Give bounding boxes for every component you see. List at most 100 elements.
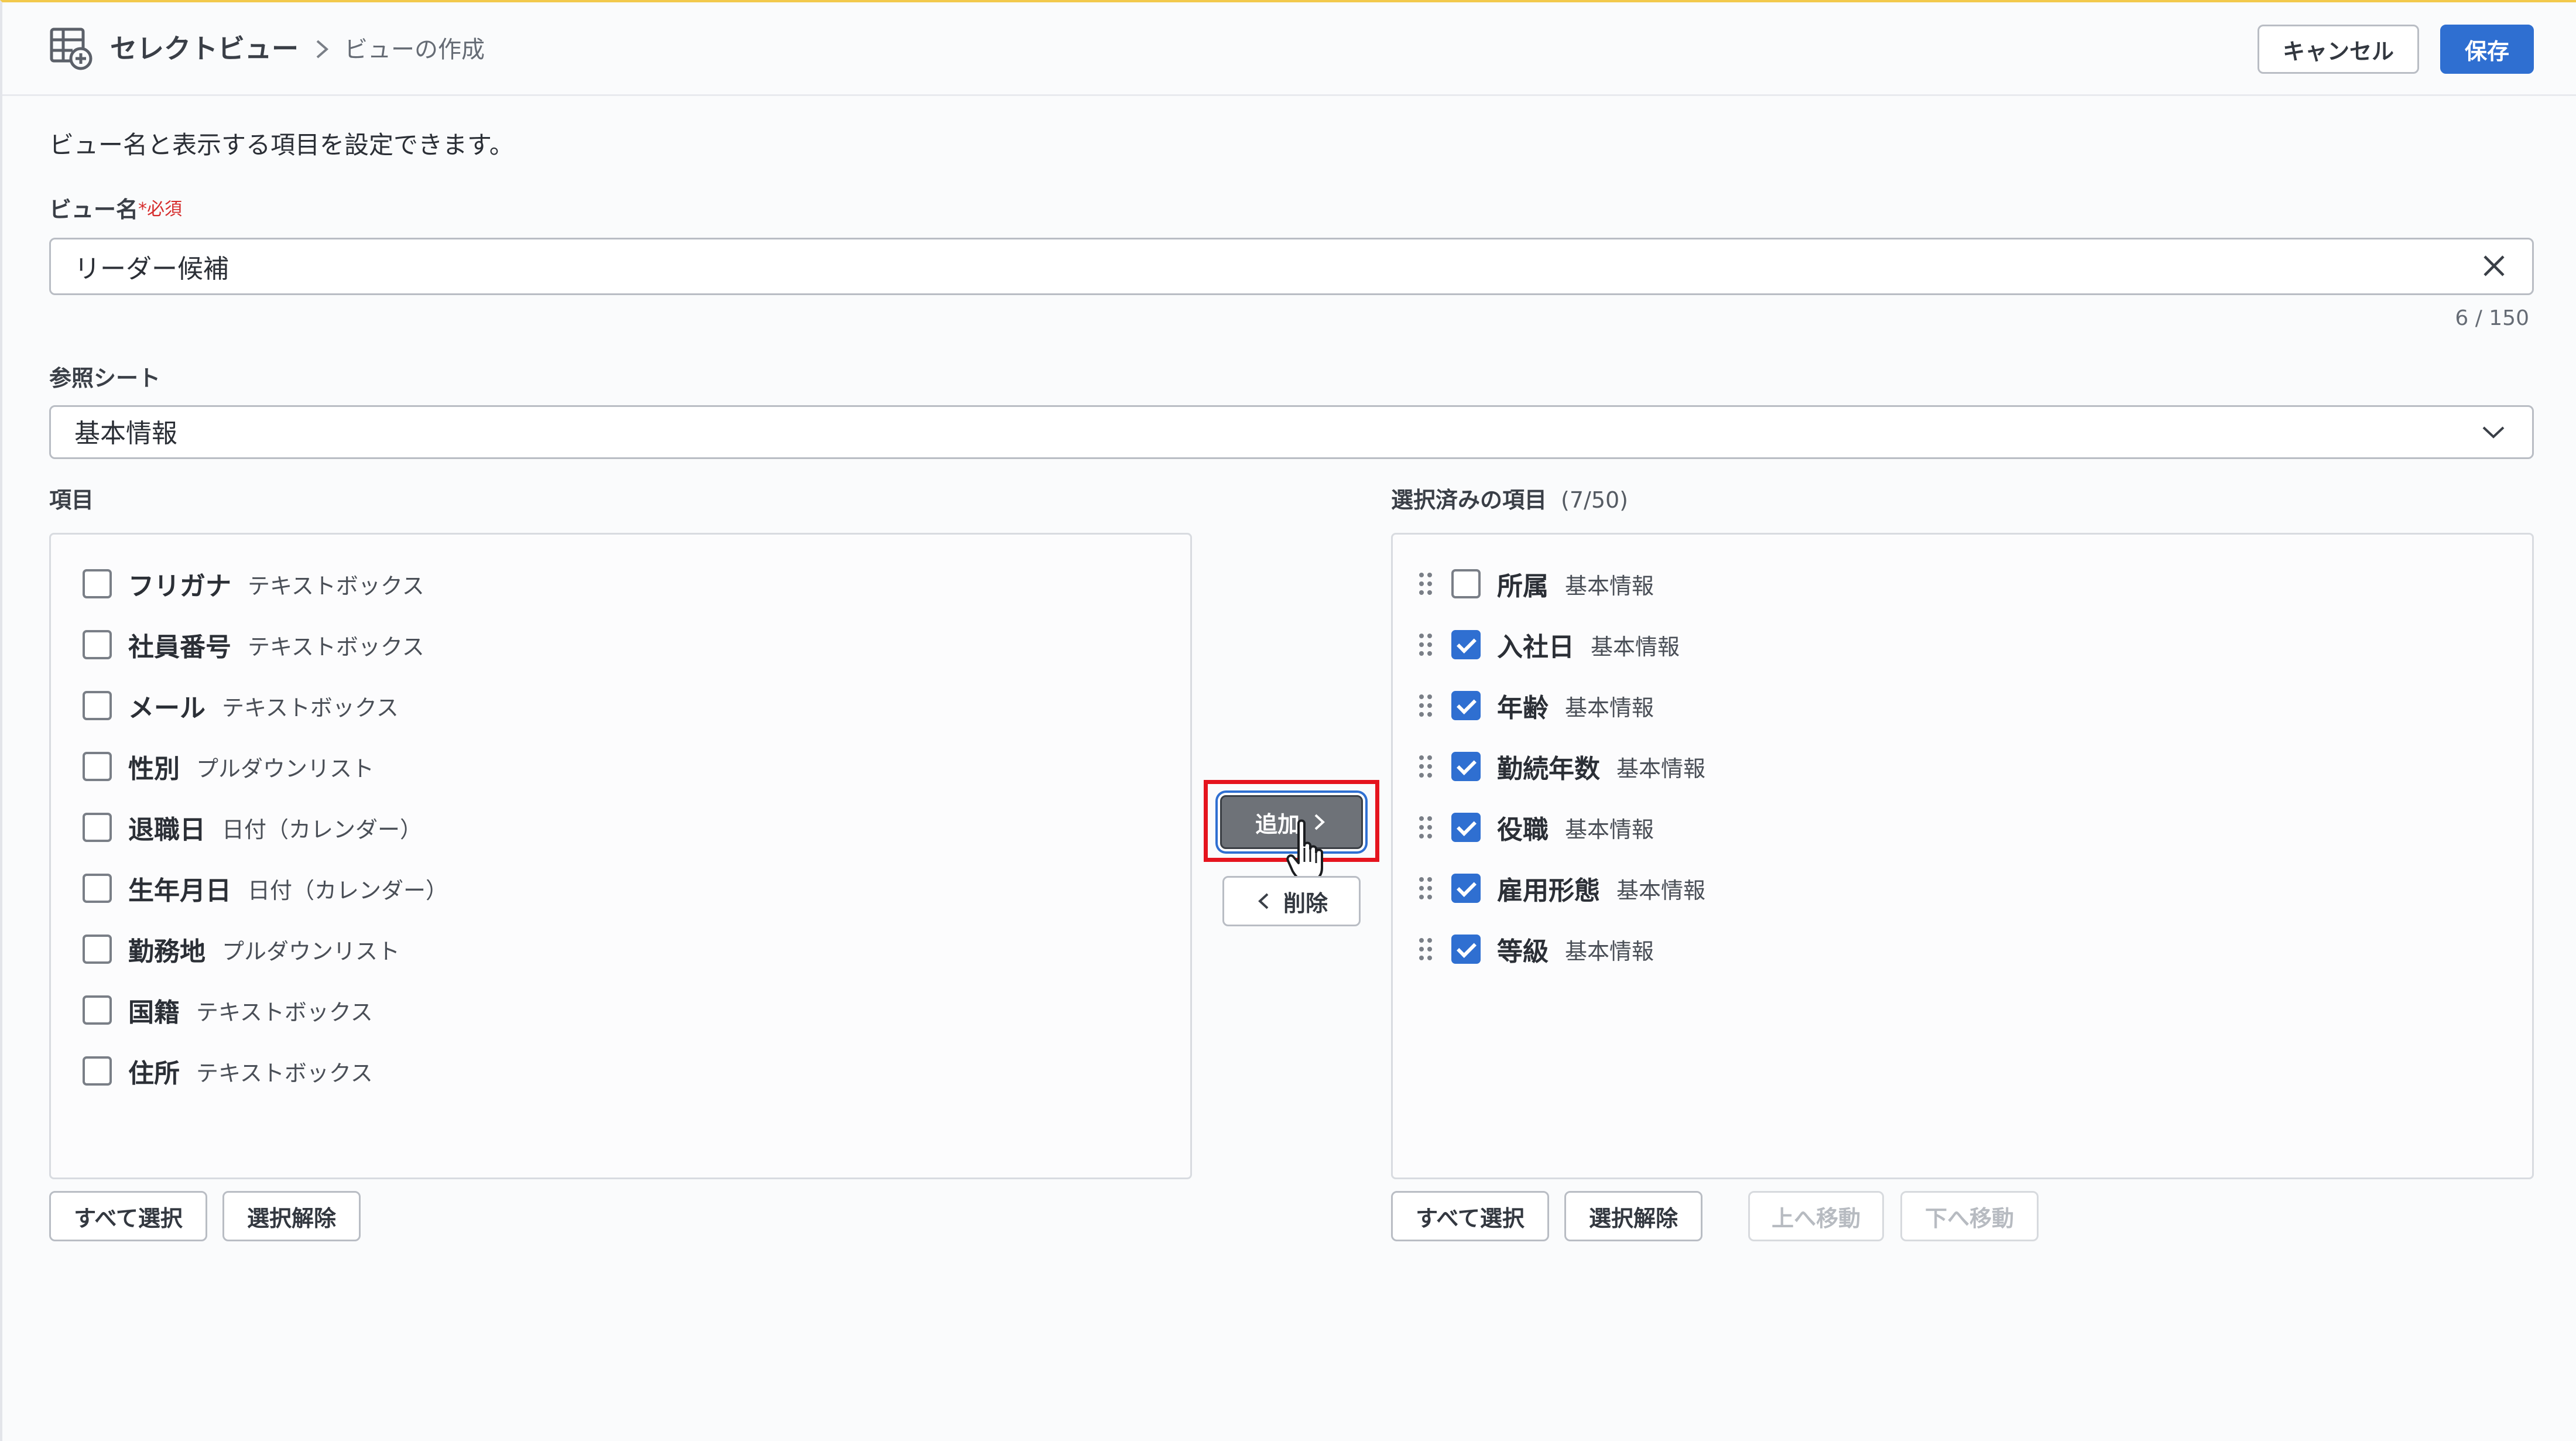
close-icon[interactable] (2481, 253, 2507, 279)
selected-items-title: 選択済みの項目 (1391, 487, 1547, 513)
left-select-all-button[interactable]: すべて選択 (49, 1191, 207, 1241)
selected-items-list: 所属 基本情報 入社日 基本情報 年齢 基本情報 勤続年数 基本情報 役職 基本… (1391, 533, 2534, 1179)
cancel-button[interactable]: キャンセル (2258, 25, 2419, 74)
chevron-down-icon[interactable] (2480, 422, 2507, 443)
drag-handle-icon[interactable] (1417, 632, 1434, 658)
drag-handle-icon[interactable] (1417, 875, 1434, 901)
list-item[interactable]: 年齢 基本情報 (1417, 682, 1654, 729)
move-down-button[interactable]: 下へ移動 (1900, 1191, 2039, 1241)
right-select-all-button[interactable]: すべて選択 (1391, 1191, 1549, 1241)
item-name: 入社日 (1497, 632, 1574, 662)
item-name: 等級 (1497, 937, 1549, 967)
drag-handle-icon[interactable] (1417, 571, 1434, 597)
item-name: メール (128, 693, 205, 723)
item-name: フリガナ (128, 571, 231, 601)
list-item[interactable]: 国籍 テキストボックス (83, 987, 373, 1033)
item-type: 基本情報 (1565, 816, 1654, 843)
list-item[interactable]: 入社日 基本情報 (1417, 621, 1680, 668)
item-name: 退職日 (128, 815, 205, 845)
item-type: テキストボックス (248, 634, 424, 660)
item-checkbox[interactable] (83, 813, 112, 842)
item-checkbox[interactable] (1451, 752, 1481, 781)
available-items-list: フリガナ テキストボックス 社員番号 テキストボックス メール テキストボックス… (49, 533, 1192, 1179)
item-type: テキストボックス (196, 1060, 373, 1086)
item-type: 基本情報 (1616, 755, 1706, 782)
item-name: 社員番号 (128, 632, 231, 662)
reference-sheet-select[interactable]: 基本情報 (49, 405, 2534, 459)
drag-handle-icon[interactable] (1417, 693, 1434, 718)
available-items-label: 項目 (49, 487, 94, 513)
right-deselect-button[interactable]: 選択解除 (1564, 1191, 1703, 1241)
item-checkbox[interactable] (83, 1056, 112, 1086)
list-item[interactable]: フリガナ テキストボックス (83, 560, 424, 607)
chevron-right-icon (316, 40, 329, 59)
move-up-button[interactable]: 上へ移動 (1748, 1191, 1884, 1241)
item-type: テキストボックス (196, 999, 373, 1025)
item-type: プルダウンリスト (196, 755, 375, 782)
list-item[interactable]: 生年月日 日付（カレンダー） (83, 865, 448, 912)
item-checkbox[interactable] (83, 630, 112, 659)
breadcrumb-current: ビューの作成 (344, 36, 485, 63)
list-item[interactable]: 等級 基本情報 (1417, 926, 1654, 973)
item-checkbox[interactable] (83, 691, 112, 720)
item-checkbox[interactable] (1451, 630, 1481, 659)
item-name: 役職 (1497, 815, 1549, 845)
item-type: 基本情報 (1565, 938, 1654, 964)
selected-items-count: (7/50) (1561, 487, 1628, 513)
item-name: 性別 (128, 754, 180, 784)
remove-button-label: 削除 (1283, 891, 1328, 916)
drag-handle-icon[interactable] (1417, 936, 1434, 962)
app-title[interactable]: セレクトビュー (110, 28, 299, 69)
table-add-icon (50, 28, 93, 70)
char-count: 6 / 150 (2455, 306, 2529, 330)
item-type: 基本情報 (1591, 634, 1680, 660)
item-checkbox[interactable] (1451, 691, 1481, 720)
item-name: 年齢 (1497, 693, 1549, 723)
list-item[interactable]: メール テキストボックス (83, 682, 399, 729)
item-type: 基本情報 (1565, 694, 1654, 721)
item-name: 住所 (128, 1059, 180, 1089)
save-button[interactable]: 保存 (2440, 25, 2534, 74)
list-item[interactable]: 退職日 日付（カレンダー） (83, 804, 422, 851)
item-name: 雇用形態 (1497, 876, 1600, 906)
list-item[interactable]: 住所 テキストボックス (83, 1048, 373, 1094)
item-checkbox[interactable] (1451, 935, 1481, 964)
item-checkbox[interactable] (83, 935, 112, 964)
item-checkbox[interactable] (83, 874, 112, 903)
remove-button[interactable]: 削除 (1222, 876, 1361, 926)
item-name: 生年月日 (128, 876, 231, 906)
page: セレクトビュー ビューの作成 キャンセル 保存 ビュー名と表示する項目を設定でき… (0, 0, 2576, 1441)
selected-items-label: 選択済みの項目 (7/50) (1391, 484, 1628, 516)
list-item[interactable]: 雇用形態 基本情報 (1417, 865, 1705, 912)
item-type: 日付（カレンダー） (248, 877, 448, 903)
item-name: 勤続年数 (1497, 754, 1600, 784)
view-name-field[interactable] (49, 238, 2534, 295)
item-type: 日付（カレンダー） (222, 816, 423, 843)
list-item[interactable]: 性別 プルダウンリスト (83, 743, 374, 790)
page-description: ビュー名と表示する項目を設定できます。 (49, 131, 514, 159)
item-type: 基本情報 (1616, 877, 1706, 903)
view-name-label-text: ビュー名 (49, 197, 139, 223)
reference-sheet-label: 参照シート (49, 365, 161, 391)
left-deselect-button[interactable]: 選択解除 (222, 1191, 361, 1241)
item-checkbox[interactable] (83, 752, 112, 781)
chevron-left-icon (1258, 893, 1269, 909)
list-item[interactable]: 勤続年数 基本情報 (1417, 743, 1705, 790)
item-checkbox[interactable] (1451, 569, 1481, 598)
required-mark: *必須 (138, 199, 183, 220)
item-checkbox[interactable] (1451, 813, 1481, 842)
list-item[interactable]: 役職 基本情報 (1417, 804, 1654, 851)
list-item[interactable]: 勤務地 プルダウンリスト (83, 926, 400, 973)
list-item[interactable]: 社員番号 テキストボックス (83, 621, 424, 668)
view-name-input[interactable] (74, 245, 2440, 287)
drag-handle-icon[interactable] (1417, 754, 1434, 779)
item-type: テキストボックス (222, 694, 399, 721)
drag-handle-icon[interactable] (1417, 814, 1434, 840)
item-checkbox[interactable] (1451, 874, 1481, 903)
item-name: 所属 (1497, 571, 1549, 601)
item-checkbox[interactable] (83, 995, 112, 1025)
item-type: テキストボックス (248, 573, 424, 599)
list-item[interactable]: 所属 基本情報 (1417, 560, 1654, 607)
item-checkbox[interactable] (83, 569, 112, 598)
item-name: 勤務地 (128, 937, 205, 967)
